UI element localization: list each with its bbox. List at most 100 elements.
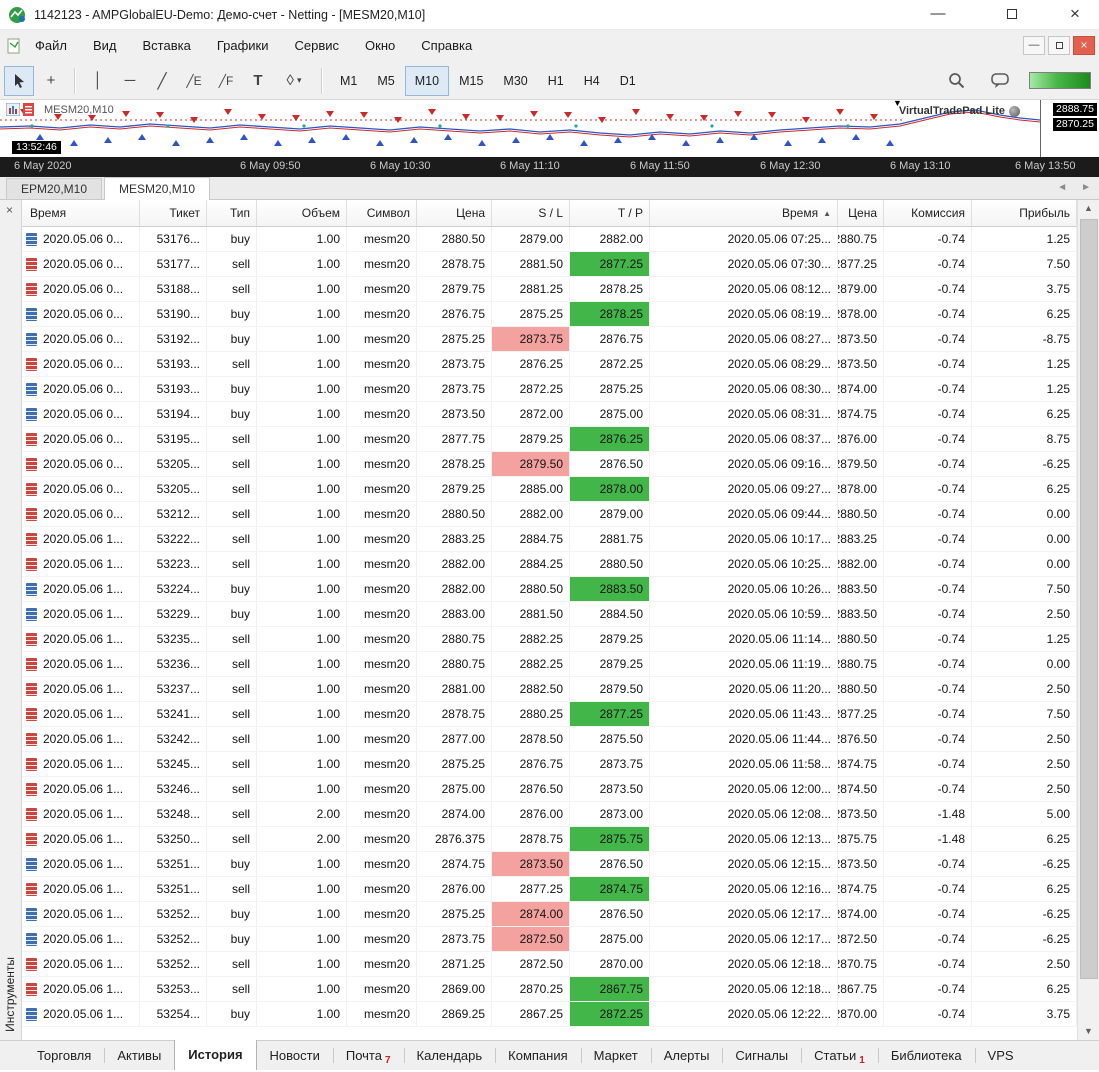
table-row[interactable]: 2020.05.06 1... 53242... sell 1.00 mesm20 287… bbox=[22, 727, 1077, 752]
scroll-down-icon[interactable]: ▼ bbox=[1078, 1023, 1099, 1040]
chart-tab-prev-icon[interactable]: ◄ bbox=[1057, 182, 1067, 193]
column-header-take-profit[interactable]: T / P bbox=[570, 200, 650, 226]
menu-service[interactable]: Сервис bbox=[282, 30, 353, 62]
table-row[interactable]: 2020.05.06 1... 53252... buy 1.00 mesm20 2875… bbox=[22, 902, 1077, 927]
chart-area[interactable]: MESM20,M10 ▼ VirtualTradePad Lite 13:52:… bbox=[0, 100, 1040, 157]
timeframe-m1-button[interactable]: M1 bbox=[330, 66, 367, 96]
table-row[interactable]: 2020.05.06 1... 53248... sell 2.00 mesm20 287… bbox=[22, 802, 1077, 827]
chat-button[interactable] bbox=[985, 66, 1015, 96]
column-header-open-price[interactable]: Цена bbox=[417, 200, 492, 226]
window-minimize-button[interactable]: — bbox=[916, 0, 960, 30]
table-row[interactable]: 2020.05.06 1... 53229... buy 1.00 mesm20 2883… bbox=[22, 602, 1077, 627]
trendline-tool-button[interactable]: ╱ bbox=[147, 66, 177, 96]
crosshair-tool-button[interactable]: + bbox=[36, 66, 66, 96]
table-row[interactable]: 2020.05.06 0... 53205... sell 1.00 mesm20 287… bbox=[22, 477, 1077, 502]
toolbox-close-button[interactable]: × bbox=[6, 204, 13, 216]
table-row[interactable]: 2020.05.06 0... 53205... sell 1.00 mesm20 287… bbox=[22, 452, 1077, 477]
column-header-volume[interactable]: Объем bbox=[257, 200, 347, 226]
vertical-line-tool-button[interactable]: │ bbox=[83, 66, 113, 96]
table-row[interactable]: 2020.05.06 0... 53212... sell 1.00 mesm20 288… bbox=[22, 502, 1077, 527]
bottom-tab-market[interactable]: Маркет bbox=[580, 1041, 651, 1070]
table-row[interactable]: 2020.05.06 0... 53195... sell 1.00 mesm20 287… bbox=[22, 427, 1077, 452]
scroll-up-icon[interactable]: ▲ bbox=[1078, 200, 1099, 217]
bottom-tab-assets[interactable]: Активы bbox=[104, 1041, 174, 1070]
bottom-tab-trade[interactable]: Торговля bbox=[24, 1041, 104, 1070]
table-row[interactable]: 2020.05.06 1... 53223... sell 1.00 mesm20 288… bbox=[22, 552, 1077, 577]
menu-window[interactable]: Окно bbox=[352, 30, 408, 62]
horizontal-line-tool-button[interactable]: ─ bbox=[115, 66, 145, 96]
table-row[interactable]: 2020.05.06 1... 53237... sell 1.00 mesm20 288… bbox=[22, 677, 1077, 702]
table-row[interactable]: 2020.05.06 1... 53250... sell 2.00 mesm20 287… bbox=[22, 827, 1077, 852]
menu-charts[interactable]: Графики bbox=[204, 30, 282, 62]
column-header-close-price[interactable]: Цена bbox=[838, 200, 884, 226]
equidistant-channel-tool-button[interactable]: ╱E bbox=[179, 66, 209, 96]
search-button[interactable] bbox=[941, 66, 971, 96]
bottom-tab-company[interactable]: Компания bbox=[495, 1041, 581, 1070]
toolbox-vertical-tab[interactable]: Инструменты bbox=[3, 957, 17, 1032]
chart-tab-epm20[interactable]: EPM20,M10 bbox=[6, 178, 103, 199]
bottom-tab-vps[interactable]: VPS bbox=[974, 1041, 1027, 1070]
scrollbar-thumb[interactable] bbox=[1080, 219, 1098, 979]
bottom-tab-library[interactable]: Библиотека bbox=[877, 1041, 975, 1070]
menu-view[interactable]: Вид bbox=[80, 30, 130, 62]
timeframe-d1-button[interactable]: D1 bbox=[610, 66, 646, 96]
menu-file[interactable]: Файл bbox=[22, 30, 80, 62]
text-tool-button[interactable]: T bbox=[243, 66, 273, 96]
bottom-tab-calendar[interactable]: Календарь bbox=[403, 1041, 496, 1070]
table-row[interactable]: 2020.05.06 1... 53235... sell 1.00 mesm20 288… bbox=[22, 627, 1077, 652]
column-header-type[interactable]: Тип bbox=[207, 200, 257, 226]
mdi-restore-button[interactable] bbox=[1048, 36, 1070, 55]
table-row[interactable]: 2020.05.06 1... 53253... sell 1.00 mesm20 286… bbox=[22, 977, 1077, 1002]
cursor-tool-button[interactable] bbox=[4, 65, 34, 96]
window-close-button[interactable]: × bbox=[1053, 0, 1097, 30]
window-maximize-button[interactable] bbox=[990, 0, 1034, 30]
timeframe-m30-button[interactable]: M30 bbox=[493, 66, 537, 96]
column-header-commission[interactable]: Комиссия bbox=[884, 200, 972, 226]
table-row[interactable]: 2020.05.06 0... 53192... buy 1.00 mesm20 2875… bbox=[22, 327, 1077, 352]
table-row[interactable]: 2020.05.06 1... 53236... sell 1.00 mesm20 288… bbox=[22, 652, 1077, 677]
column-header-profit[interactable]: Прибыль bbox=[972, 200, 1077, 226]
bottom-tab-articles[interactable]: Статьи 1 bbox=[801, 1041, 878, 1070]
menu-help[interactable]: Справка bbox=[408, 30, 485, 62]
bottom-tab-history[interactable]: История bbox=[174, 1040, 257, 1070]
bottom-tab-news[interactable]: Новости bbox=[257, 1041, 333, 1070]
bottom-tab-alerts[interactable]: Алерты bbox=[650, 1041, 723, 1070]
table-row[interactable]: 2020.05.06 1... 53246... sell 1.00 mesm20 287… bbox=[22, 777, 1077, 802]
table-row[interactable]: 2020.05.06 0... 53190... buy 1.00 mesm20 2876… bbox=[22, 302, 1077, 327]
table-row[interactable]: 2020.05.06 1... 53245... sell 1.00 mesm20 287… bbox=[22, 752, 1077, 777]
chart-tab-next-icon[interactable]: ► bbox=[1081, 182, 1091, 193]
table-row[interactable]: 2020.05.06 0... 53194... buy 1.00 mesm20 2873… bbox=[22, 402, 1077, 427]
column-header-stop-loss[interactable]: S / L bbox=[492, 200, 570, 226]
table-row[interactable]: 2020.05.06 1... 53241... sell 1.00 mesm20 287… bbox=[22, 702, 1077, 727]
table-row[interactable]: 2020.05.06 0... 53193... buy 1.00 mesm20 2873… bbox=[22, 377, 1077, 402]
column-header-symbol[interactable]: Символ bbox=[347, 200, 417, 226]
fibonacci-tool-button[interactable]: ╱F bbox=[211, 66, 241, 96]
timeframe-h1-button[interactable]: H1 bbox=[538, 66, 574, 96]
table-row[interactable]: 2020.05.06 1... 53252... buy 1.00 mesm20 2873… bbox=[22, 927, 1077, 952]
table-row[interactable]: 2020.05.06 1... 53252... sell 1.00 mesm20 287… bbox=[22, 952, 1077, 977]
column-header-ticket[interactable]: Тикет bbox=[140, 200, 207, 226]
bottom-tab-signals[interactable]: Сигналы bbox=[722, 1041, 801, 1070]
timeframe-m10-button[interactable]: M10 bbox=[404, 65, 450, 96]
column-header-open-time[interactable]: Время bbox=[22, 200, 140, 226]
table-row[interactable]: 2020.05.06 0... 53177... sell 1.00 mesm20 287… bbox=[22, 252, 1077, 277]
timeframe-m5-button[interactable]: M5 bbox=[367, 66, 404, 96]
table-row[interactable]: 2020.05.06 0... 53176... buy 1.00 mesm20 2880… bbox=[22, 227, 1077, 252]
mdi-close-button[interactable]: × bbox=[1073, 36, 1095, 55]
table-row[interactable]: 2020.05.06 1... 53251... sell 1.00 mesm20 287… bbox=[22, 877, 1077, 902]
table-row[interactable]: 2020.05.06 1... 53222... sell 1.00 mesm20 288… bbox=[22, 527, 1077, 552]
chart-tab-mesm20[interactable]: MESM20,M10 bbox=[104, 177, 211, 200]
menu-insert[interactable]: Вставка bbox=[130, 30, 204, 62]
timeframe-h4-button[interactable]: H4 bbox=[574, 66, 610, 96]
shapes-tool-button[interactable]: ◊ ▾ bbox=[275, 66, 313, 96]
vertical-scrollbar[interactable]: ▲ ▼ bbox=[1077, 200, 1099, 1040]
bottom-tab-mail[interactable]: Почта 7 bbox=[332, 1041, 404, 1070]
table-row[interactable]: 2020.05.06 1... 53224... buy 1.00 mesm20 2882… bbox=[22, 577, 1077, 602]
timeframe-m15-button[interactable]: M15 bbox=[449, 66, 493, 96]
table-row[interactable]: 2020.05.06 1... 53254... buy 1.00 mesm20 2869… bbox=[22, 1002, 1077, 1027]
table-row[interactable]: 2020.05.06 1... 53251... buy 1.00 mesm20 2874… bbox=[22, 852, 1077, 877]
table-row[interactable]: 2020.05.06 0... 53193... sell 1.00 mesm20 287… bbox=[22, 352, 1077, 377]
mdi-minimize-button[interactable]: — bbox=[1023, 36, 1045, 55]
column-header-close-time[interactable]: Время ▲ bbox=[650, 200, 838, 226]
table-row[interactable]: 2020.05.06 0... 53188... sell 1.00 mesm20 287… bbox=[22, 277, 1077, 302]
